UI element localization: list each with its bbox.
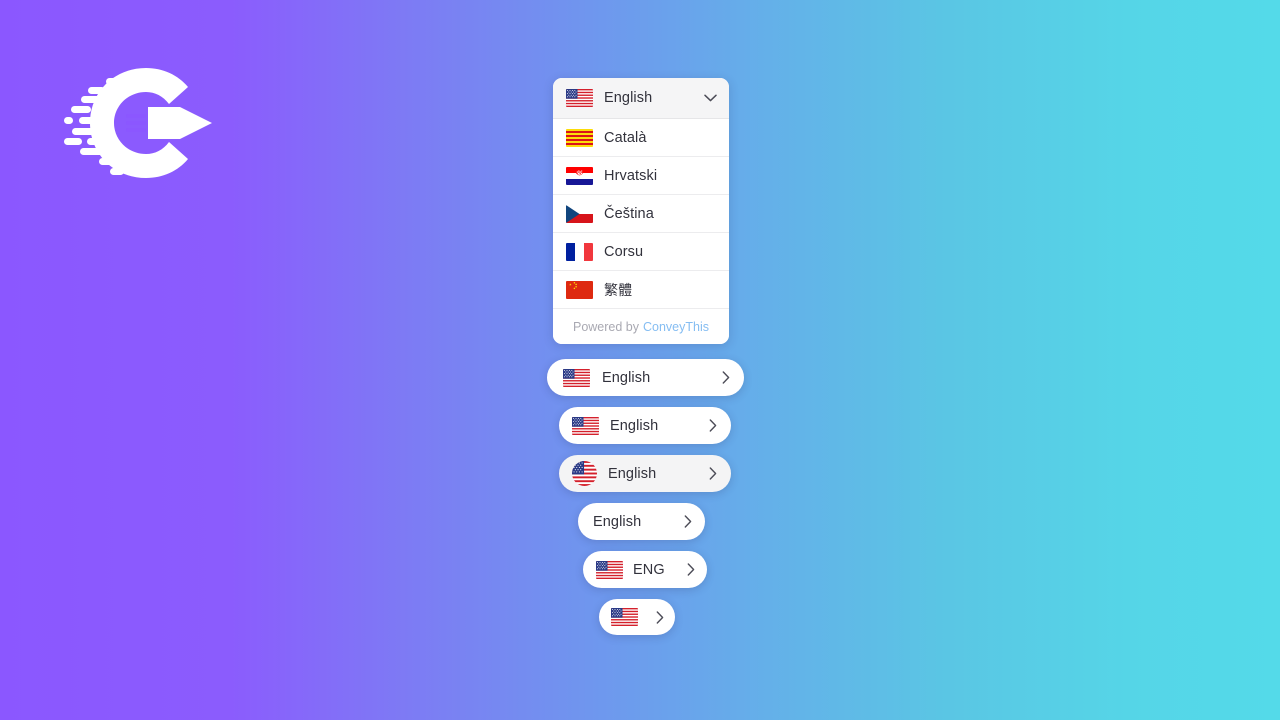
us-flag-icon <box>563 368 590 387</box>
language-option-label: Hrvatski <box>604 167 658 184</box>
pill-label: English <box>610 417 659 434</box>
croatia-flag-icon <box>566 166 593 185</box>
powered-by-text: Powered by <box>572 319 639 334</box>
language-switcher-pill-medium[interactable]: English <box>559 407 731 444</box>
czech-flag-icon <box>566 204 593 223</box>
language-switcher-pill-wide[interactable]: English <box>547 359 744 396</box>
chevron-right-icon[interactable] <box>709 467 717 480</box>
chevron-right-icon[interactable] <box>684 515 692 528</box>
language-widget-showcase: English Català Hrvatski Čeština Corsu 繁體… <box>0 0 1280 720</box>
pill-label: English <box>602 369 651 386</box>
catalonia-flag-icon <box>566 128 593 147</box>
chevron-down-icon[interactable] <box>704 94 717 102</box>
powered-by-footer: Powered by ConveyThis <box>553 309 729 344</box>
language-option-label: 繁體 <box>604 281 633 298</box>
language-switcher-pill-text-only[interactable]: English <box>578 503 705 540</box>
chevron-right-icon[interactable] <box>656 610 664 624</box>
chevron-right-icon[interactable] <box>709 419 717 432</box>
language-switcher-pill-circle-flag[interactable]: English <box>559 455 731 492</box>
pill-label: ENG <box>633 561 665 578</box>
us-flag-icon <box>572 461 597 486</box>
us-flag-icon <box>596 560 623 579</box>
conveythis-link[interactable]: ConveyThis <box>643 320 709 334</box>
language-option-cestina[interactable]: Čeština <box>553 195 729 233</box>
us-flag-icon <box>566 89 593 107</box>
language-switcher-pill-flag-only[interactable] <box>599 599 675 635</box>
language-option-label: Català <box>604 129 647 146</box>
chevron-right-icon[interactable] <box>722 371 730 384</box>
language-option-label: Čeština <box>604 205 654 222</box>
chevron-right-icon[interactable] <box>687 563 695 576</box>
language-switcher-pill-code[interactable]: ENG <box>583 551 707 588</box>
language-dropdown-panel[interactable]: English Català Hrvatski Čeština Corsu 繁體… <box>553 78 729 344</box>
language-option-hrvatski[interactable]: Hrvatski <box>553 157 729 195</box>
france-flag-icon <box>566 242 593 261</box>
language-dropdown-header[interactable]: English <box>553 78 729 119</box>
pill-label: English <box>608 465 657 482</box>
us-flag-icon <box>572 416 599 435</box>
language-option-corsu[interactable]: Corsu <box>553 233 729 271</box>
us-flag-icon <box>611 608 638 626</box>
pill-label: English <box>593 513 642 530</box>
language-option-traditional-chinese[interactable]: 繁體 <box>553 271 729 309</box>
china-flag-icon <box>566 280 593 299</box>
language-option-catala[interactable]: Català <box>553 119 729 157</box>
language-option-label: Corsu <box>604 243 644 260</box>
language-dropdown-selected-label: English <box>604 90 653 106</box>
